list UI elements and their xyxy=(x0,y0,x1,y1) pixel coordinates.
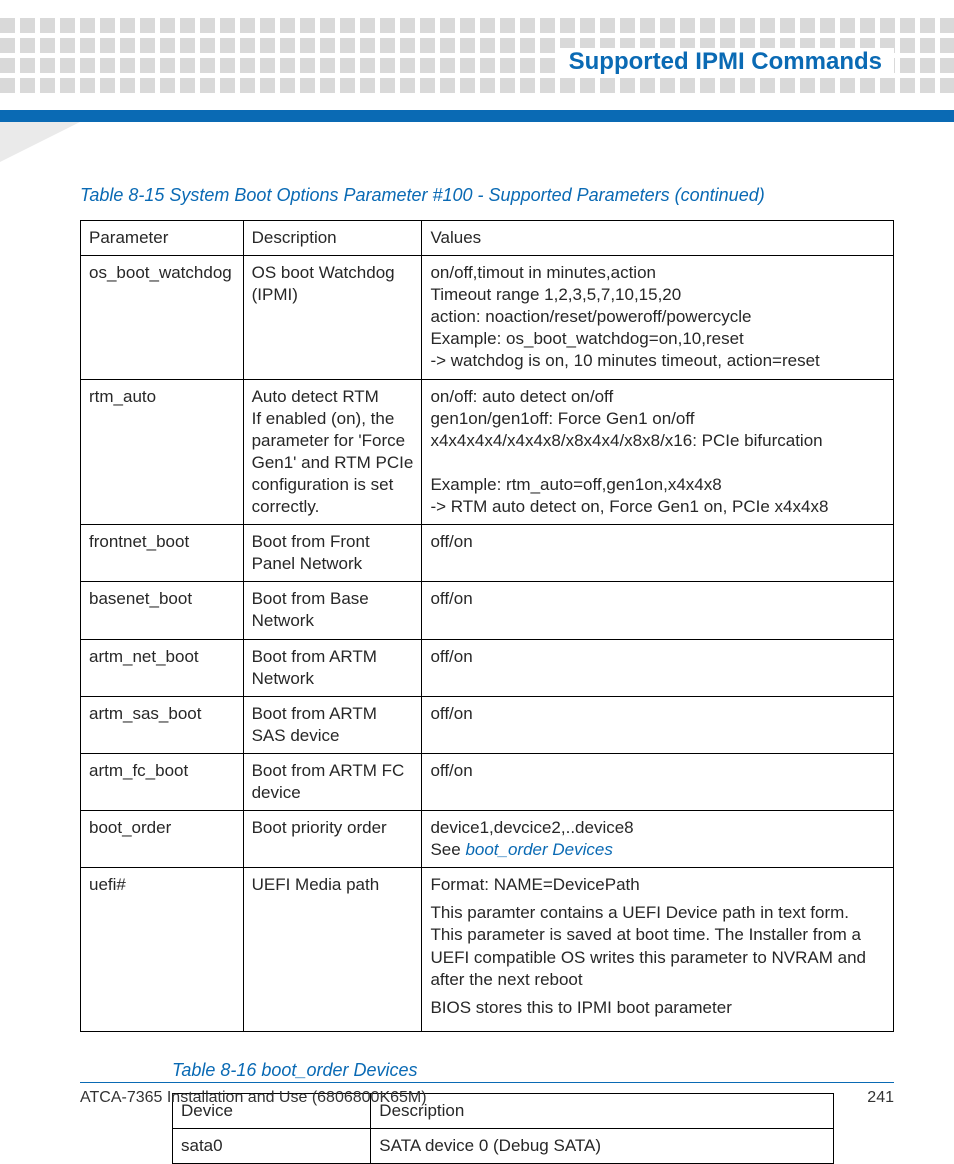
cell-parameter: artm_net_boot xyxy=(81,639,244,696)
cell-parameter: artm_sas_boot xyxy=(81,696,244,753)
page-content: Table 8-15 System Boot Options Parameter… xyxy=(80,185,894,1164)
header-wedge xyxy=(0,122,80,162)
value-paragraph: This paramter contains a UEFI Device pat… xyxy=(430,902,885,990)
value-line: off/on xyxy=(430,531,885,553)
value-line: off/on xyxy=(430,588,885,610)
cell-parameter: artm_fc_boot xyxy=(81,753,244,810)
table-row: os_boot_watchdogOS boot Watchdog (IPMI)o… xyxy=(81,256,894,379)
cell-parameter: frontnet_boot xyxy=(81,525,244,582)
cell-values: off/on xyxy=(422,525,894,582)
page-footer: ATCA-7365 Installation and Use (6806800K… xyxy=(80,1082,894,1107)
cell-parameter: rtm_auto xyxy=(81,379,244,525)
table-row: artm_sas_bootBoot from ARTM SAS device of… xyxy=(81,696,894,753)
cell-values: off/on xyxy=(422,753,894,810)
value-line: Example: os_boot_watchdog=on,10,reset xyxy=(430,328,885,350)
footer-doc-title: ATCA-7365 Installation and Use (6806800K… xyxy=(80,1089,427,1107)
cell-description: Boot priority order xyxy=(243,811,422,868)
cell-values: device1,devcice2,..device8 See boot_orde… xyxy=(422,811,894,868)
value-line: off/on xyxy=(430,646,885,668)
cell-values: off/on xyxy=(422,639,894,696)
table-row: uefi#UEFI Media pathFormat: NAME=DeviceP… xyxy=(81,868,894,1032)
table-row: basenet_bootBoot from Base Network off/on xyxy=(81,582,894,639)
value-line: -> RTM auto detect on, Force Gen1 on, PC… xyxy=(430,496,885,518)
header-blue-band xyxy=(0,110,954,122)
cell-values: on/off,timout in minutes,actionTimeout r… xyxy=(422,256,894,379)
table-8-15-caption: Table 8-15 System Boot Options Parameter… xyxy=(80,185,894,206)
cell-description: UEFI Media path xyxy=(243,868,422,1032)
cell-description: Boot from ARTM FC device xyxy=(243,753,422,810)
cell-description: Boot from ARTM Network xyxy=(243,639,422,696)
col-values: Values xyxy=(422,221,894,256)
value-line: gen1on/gen1off: Force Gen1 on/off xyxy=(430,408,885,430)
table-row: sata0SATA device 0 (Debug SATA) xyxy=(173,1128,834,1163)
cell-description: Boot from ARTM SAS device xyxy=(243,696,422,753)
table-row: frontnet_bootBoot from Front Panel Netwo… xyxy=(81,525,894,582)
boot-order-devices-link[interactable]: boot_order Devices xyxy=(465,840,612,859)
value-line: -> watchdog is on, 10 minutes timeout, a… xyxy=(430,350,885,372)
cell-parameter: basenet_boot xyxy=(81,582,244,639)
value-paragraph: BIOS stores this to IPMI boot parameter xyxy=(430,997,885,1019)
cell-parameter: boot_order xyxy=(81,811,244,868)
cell-parameter: uefi# xyxy=(81,868,244,1032)
value-paragraph: Format: NAME=DevicePath xyxy=(430,874,885,896)
value-line: off/on xyxy=(430,760,885,782)
table-row: boot_orderBoot priority orderdevice1,dev… xyxy=(81,811,894,868)
cell-device: sata0 xyxy=(173,1128,371,1163)
value-line xyxy=(430,452,885,474)
col-description: Description xyxy=(243,221,422,256)
value-line: Timeout range 1,2,3,5,7,10,15,20 xyxy=(430,284,885,306)
cell-values: off/on xyxy=(422,582,894,639)
cell-description: Boot from Base Network xyxy=(243,582,422,639)
cell-values: Format: NAME=DevicePath This paramter con… xyxy=(422,868,894,1032)
table-8-15: Parameter Description Values os_boot_wat… xyxy=(80,220,894,1032)
cell-description: Boot from Front Panel Network xyxy=(243,525,422,582)
footer-page-number: 241 xyxy=(867,1089,894,1107)
table-row: rtm_autoAuto detect RTM If enabled (on),… xyxy=(81,379,894,525)
value-line: Example: rtm_auto=off,gen1on,x4x4x8 xyxy=(430,474,885,496)
value-line: off/on xyxy=(430,703,885,725)
cell-description: SATA device 0 (Debug SATA) xyxy=(371,1128,834,1163)
cell-values: off/on xyxy=(422,696,894,753)
table-row: artm_fc_bootBoot from ARTM FC device off/… xyxy=(81,753,894,810)
cell-values: on/off: auto detect on/offgen1on/gen1off… xyxy=(422,379,894,525)
cell-parameter: os_boot_watchdog xyxy=(81,256,244,379)
value-line: action: noaction/reset/poweroff/powercyc… xyxy=(430,306,885,328)
table-header-row: Parameter Description Values xyxy=(81,221,894,256)
table-row: artm_net_bootBoot from ARTM Network off/o… xyxy=(81,639,894,696)
cell-description: Auto detect RTM If enabled (on), the par… xyxy=(243,379,422,525)
value-line: on/off: auto detect on/off xyxy=(430,386,885,408)
col-parameter: Parameter xyxy=(81,221,244,256)
table-8-16-caption: Table 8-16 boot_order Devices xyxy=(172,1060,894,1081)
value-line: on/off,timout in minutes,action xyxy=(430,262,885,284)
value-line: x4x4x4x4/x4x4x8/x8x4x4/x8x8/x16: PCIe bi… xyxy=(430,430,885,452)
cell-description: OS boot Watchdog (IPMI) xyxy=(243,256,422,379)
section-title: Supported IPMI Commands xyxy=(557,48,894,76)
